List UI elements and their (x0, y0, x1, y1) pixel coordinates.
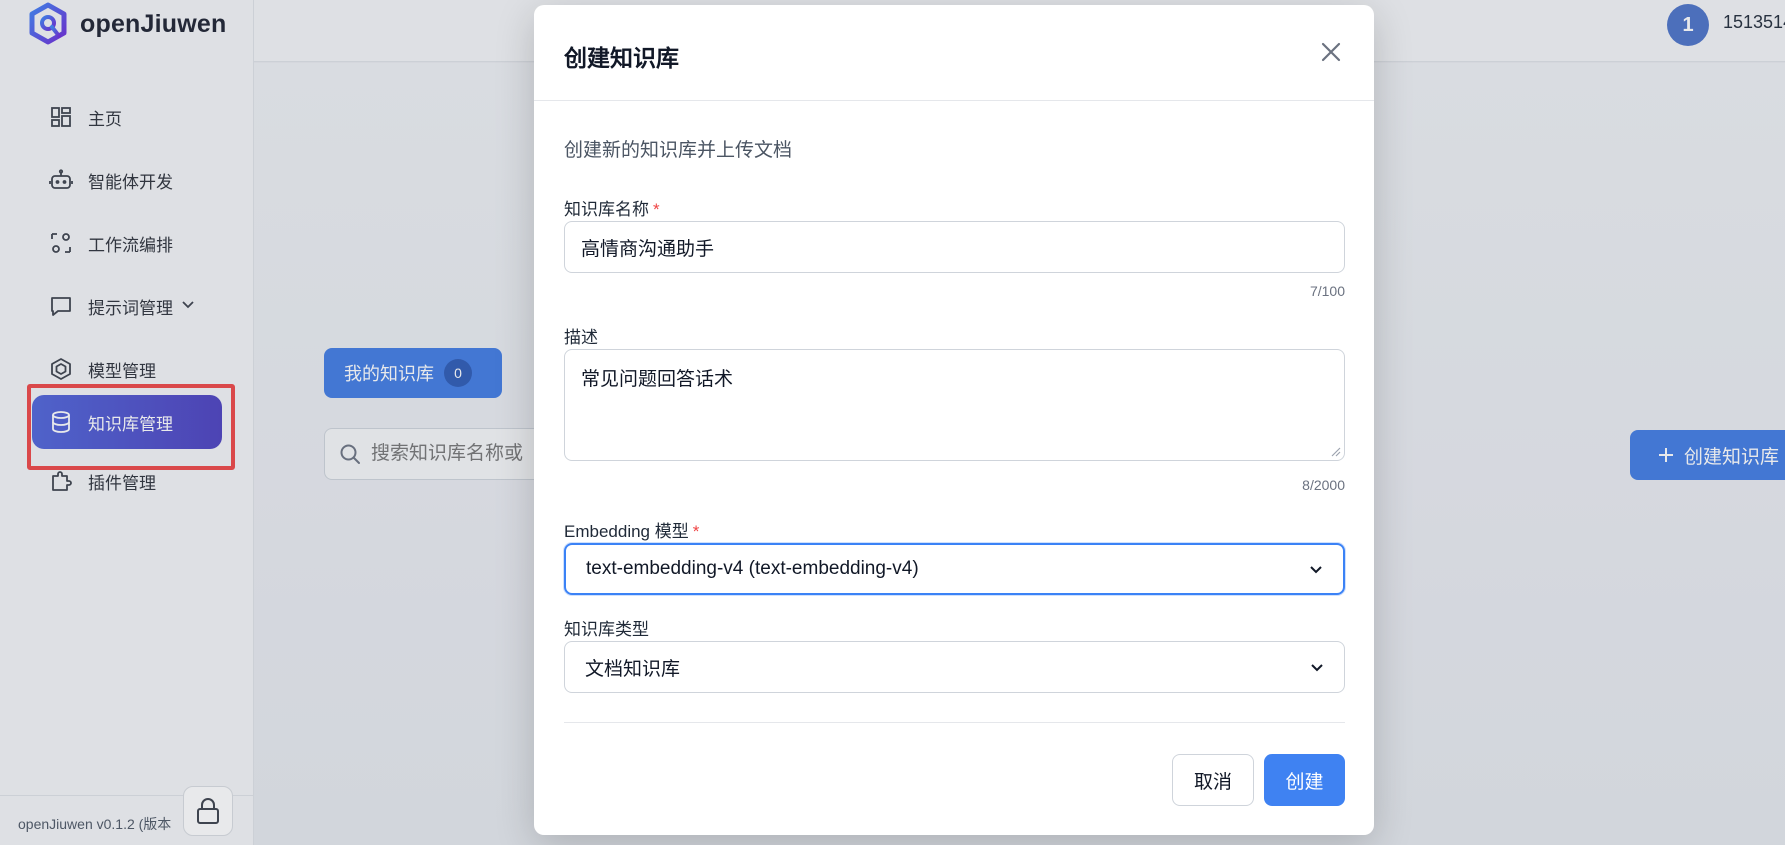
dialog-title: 创建知识库 (564, 45, 679, 71)
label-text: 知识库名称 (564, 200, 649, 219)
knowledge-base-type-select[interactable]: 文档知识库 (564, 641, 1345, 693)
embedding-model-select[interactable]: text-embedding-v4 (text-embedding-v4) (564, 543, 1345, 595)
close-icon (1321, 42, 1341, 62)
required-mark: * (692, 522, 700, 541)
description-char-counter: 8/2000 (1302, 477, 1345, 493)
embedding-model-field-label: Embedding 模型 * (564, 517, 699, 542)
resize-handle-icon[interactable] (1331, 447, 1341, 457)
label-text: Embedding 模型 (564, 522, 689, 541)
create-knowledge-base-dialog: 创建知识库 创建新的知识库并上传文档 知识库名称 * 高情商沟通助手 7/100 … (534, 5, 1374, 835)
required-mark: * (653, 200, 660, 219)
description-value: 常见问题回答话术 (581, 369, 734, 390)
chevron-down-icon (1311, 664, 1323, 672)
selected-value: 文档知识库 (585, 658, 681, 680)
selected-value: text-embedding-v4 (text-embedding-v4) (586, 558, 919, 579)
create-button[interactable]: 创建 (1264, 754, 1345, 806)
cancel-button[interactable]: 取消 (1172, 754, 1254, 806)
chevron-down-icon (1310, 566, 1322, 574)
description-field-label: 描述 (564, 328, 598, 347)
close-button[interactable] (1318, 39, 1344, 65)
description-textarea[interactable]: 常见问题回答话术 (564, 349, 1345, 461)
name-field-label: 知识库名称 * (564, 195, 660, 220)
knowledge-base-name-input[interactable]: 高情商沟通助手 (564, 221, 1345, 273)
dialog-header: 创建知识库 (534, 5, 1374, 101)
knowledge-base-type-field-label: 知识库类型 (564, 620, 649, 639)
dialog-description: 创建新的知识库并上传文档 (564, 140, 793, 161)
name-char-counter: 7/100 (1309, 283, 1345, 299)
divider (564, 722, 1345, 723)
